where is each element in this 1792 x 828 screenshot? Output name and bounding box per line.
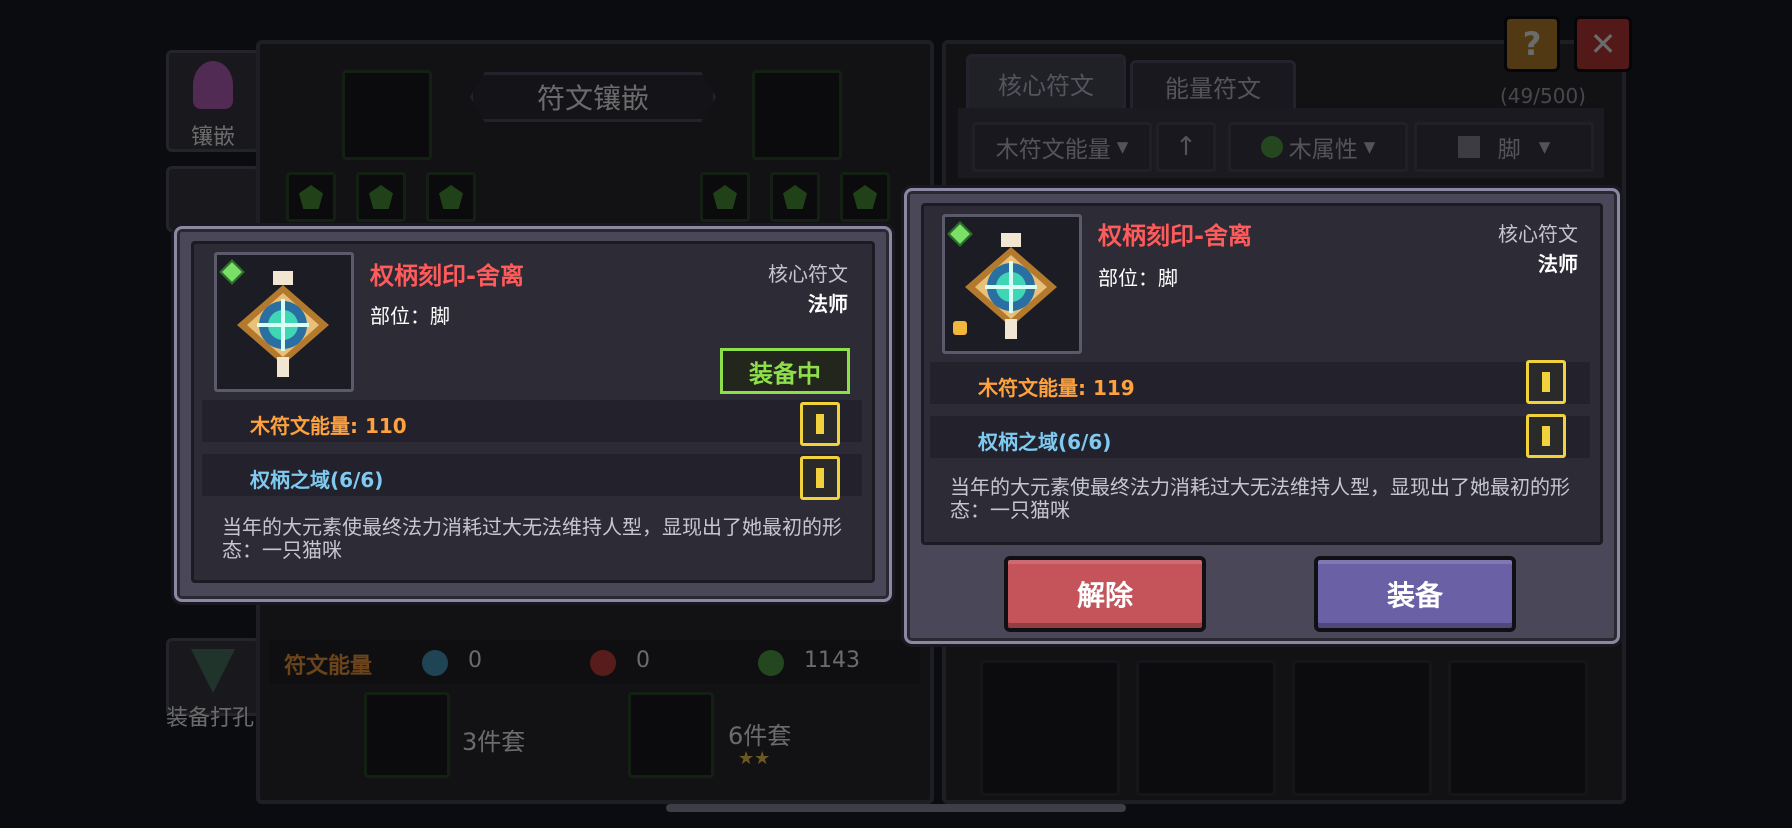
rune-class: 法师 [1538,252,1578,276]
energy-socket[interactable] [426,172,476,222]
part-filter-label: 脚 [1497,137,1521,163]
set-6-label: 6件套 [728,722,792,750]
rune-type: 核心符文 [768,262,848,286]
padlock-icon [953,321,967,335]
core-socket-right[interactable] [752,70,842,160]
side-tab-inlay[interactable]: 镶嵌 [166,50,260,152]
leaf-icon [299,185,323,209]
energy-socket[interactable] [770,172,820,222]
rune-description: 当年的大元素使最终法力消耗过大无法维持人型，显现出了她最初的形态：一只猫咪 [950,475,1570,522]
remove-button[interactable]: 解除 [1004,556,1206,632]
stat-set-effect: 权柄之域(6/6) [250,468,384,492]
tab-energy-runes[interactable]: 能量符文 [1130,60,1296,109]
set-6-stars: ★★ [738,748,771,769]
equip-button[interactable]: 装备 [1314,556,1516,632]
rune-slot[interactable] [1136,660,1276,796]
rune-class: 法师 [808,292,848,316]
energy-label: 符文能量 [284,654,373,679]
rune-icon-frame [942,214,1082,354]
wood-energy-value: 1143 [804,648,860,673]
water-energy-icon [422,650,448,676]
stat-set-effect: 权柄之域(6/6) [978,430,1112,454]
rune-description: 当年的大元素使最终法力消耗过大无法维持人型，显现出了她最初的形态：一只猫咪 [222,515,842,562]
leaf-icon [439,185,463,209]
rune-count: (49/500) [1500,84,1586,108]
tab-core-runes[interactable]: 核心符文 [966,54,1126,109]
rune-part: 部位：脚 [370,304,450,328]
equipped-badge: 装备中 [720,348,850,394]
wood-energy-icon [758,650,784,676]
energy-socket[interactable] [356,172,406,222]
rune-part: 部位：脚 [1098,266,1178,290]
water-energy-value: 0 [468,648,482,673]
home-indicator [666,804,1126,812]
scepter-rune-icon [965,233,1057,339]
set-6-icon[interactable] [628,692,714,778]
stat-wood-energy: 木符文能量: 119 [978,376,1135,400]
drill-icon [191,649,235,693]
leaf-icon [713,185,737,209]
rune-icon-frame [214,252,354,392]
fire-energy-value: 0 [636,648,650,673]
leaf-icon [369,185,393,209]
scroll-icon [1457,136,1480,158]
rune-type: 核心符文 [1498,222,1578,246]
lock-toggle-icon[interactable] [800,402,840,446]
help-button[interactable]: ? [1504,16,1560,72]
rune-name: 权柄刻印-舍离 [1098,222,1252,250]
scepter-rune-icon [237,271,329,377]
rune-slot[interactable] [980,660,1120,796]
set-3-icon[interactable] [364,692,450,778]
stat-wood-energy: 木符文能量: 110 [250,414,407,438]
rune-name: 权柄刻印-舍离 [370,262,524,290]
side-tab-2[interactable] [166,166,260,232]
lock-toggle-icon[interactable] [1526,360,1566,404]
side-tab-label: 镶嵌 [190,125,235,150]
socket-panel-title: 符文镶嵌 [470,72,716,122]
sort-order-button[interactable]: ↑ [1156,122,1216,172]
part-filter-dropdown[interactable]: 脚 ▾ [1414,122,1594,172]
close-button[interactable]: ✕ [1574,16,1632,72]
leaf-icon [783,185,807,209]
lock-toggle-icon[interactable] [800,456,840,500]
set-3-label: 3件套 [462,728,526,756]
lock-toggle-icon[interactable] [1526,414,1566,458]
arrow-up-icon: ↑ [1175,132,1197,162]
leaf-icon [853,185,877,209]
element-filter-dropdown[interactable]: 木属性 ▾ [1228,122,1408,172]
energy-socket[interactable] [700,172,750,222]
chevron-down-icon: ▾ [1538,134,1551,160]
energy-socket[interactable] [840,172,890,222]
core-socket-left[interactable] [342,70,432,160]
chevron-down-icon: ▾ [1116,134,1129,160]
side-tab-label: 装备打孔 [165,706,254,731]
energy-sort-label: 木符文能量 [995,137,1111,163]
energy-sort-dropdown[interactable]: 木符文能量 ▾ [972,122,1152,172]
chevron-down-icon: ▾ [1363,134,1376,160]
element-filter-label: 木属性 [1288,137,1358,163]
wood-element-icon [1260,136,1283,158]
inlay-icon [193,61,233,109]
rune-slot[interactable] [1292,660,1432,796]
rune-slot[interactable] [1448,660,1588,796]
energy-socket[interactable] [286,172,336,222]
fire-energy-icon [590,650,616,676]
